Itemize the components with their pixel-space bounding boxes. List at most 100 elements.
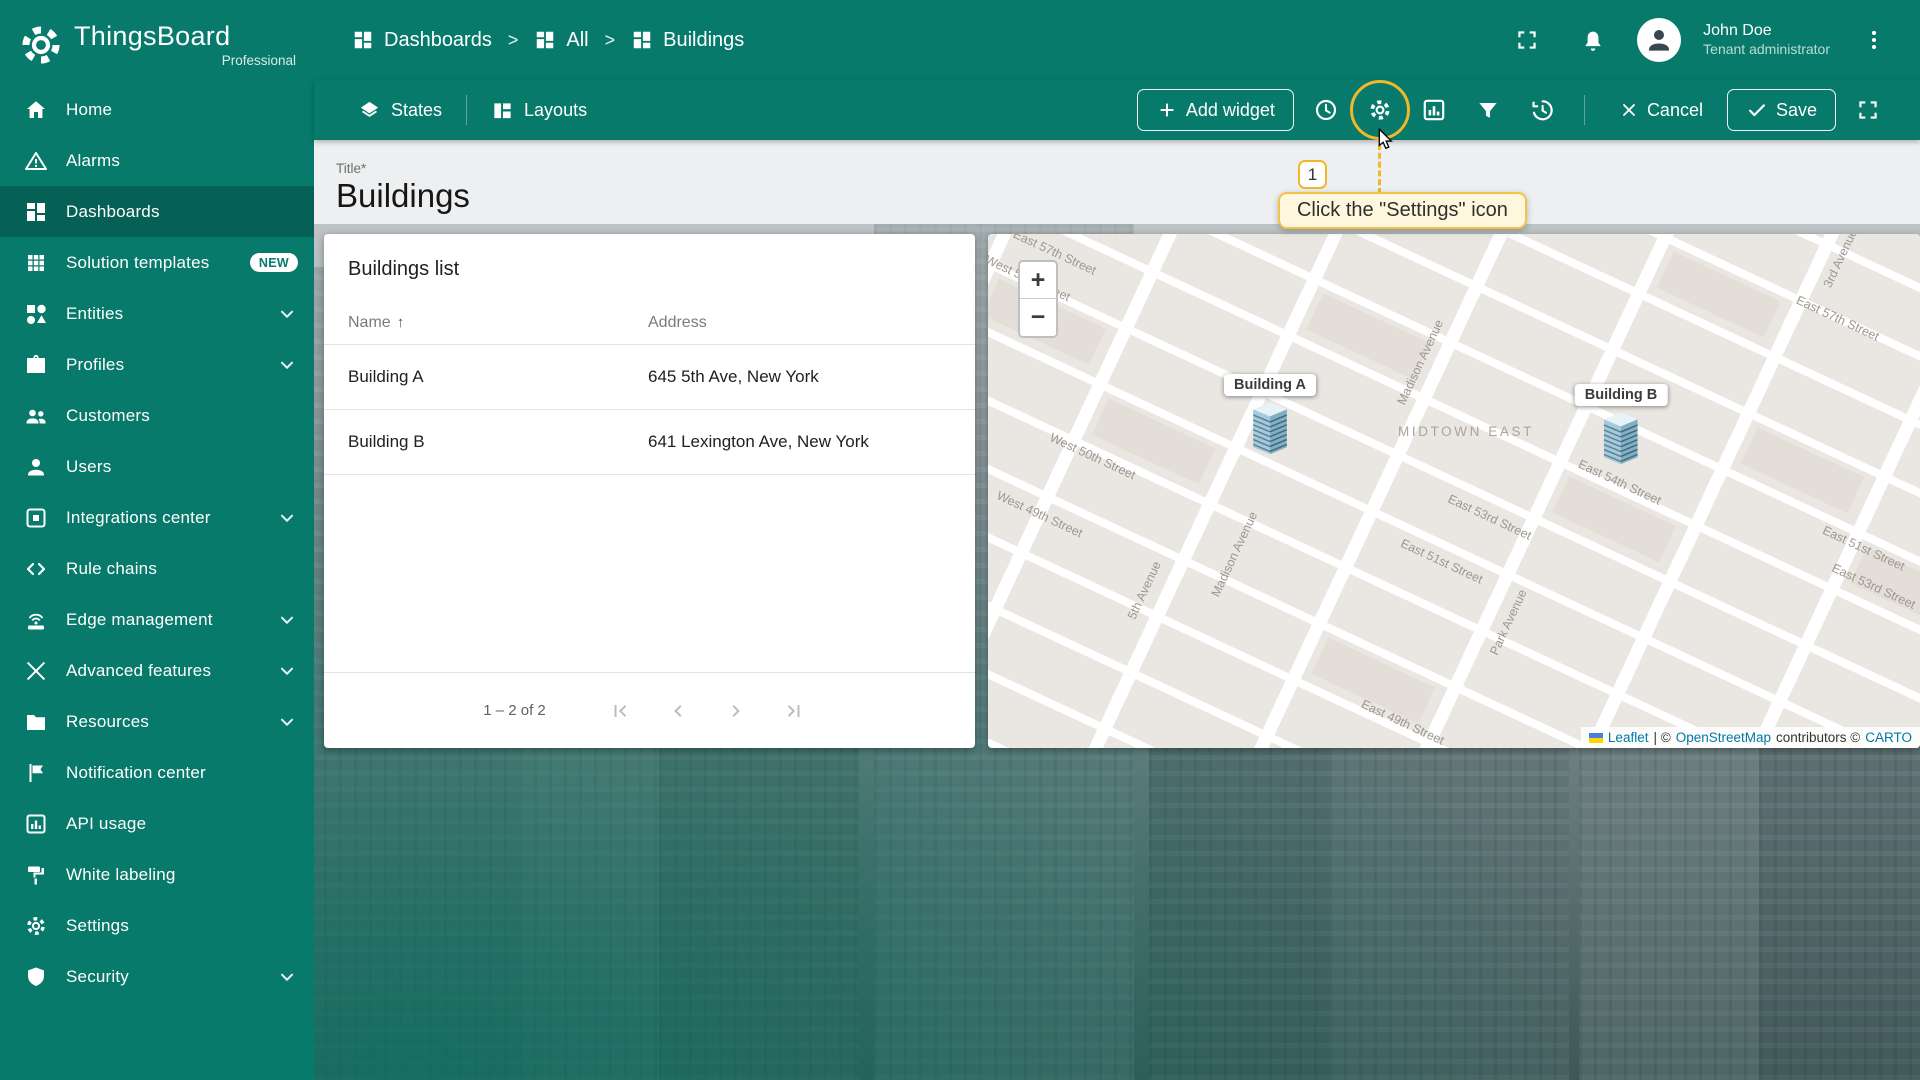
person-icon bbox=[24, 455, 48, 479]
table-row[interactable]: Building A 645 5th Ave, New York bbox=[324, 345, 975, 410]
sort-asc-icon: ↑ bbox=[396, 314, 405, 331]
sidebar-item-label: Rule chains bbox=[66, 558, 158, 578]
breadcrumb-label: Dashboards bbox=[384, 28, 492, 51]
layers-icon bbox=[358, 99, 381, 122]
notifications-button[interactable] bbox=[1571, 18, 1615, 62]
clock-icon bbox=[1313, 97, 1339, 123]
brand-name: ThingsBoard bbox=[74, 21, 231, 52]
filters-button[interactable] bbox=[1466, 88, 1510, 132]
layouts-button[interactable]: Layouts bbox=[477, 91, 601, 130]
first-page-button[interactable] bbox=[598, 689, 642, 733]
carto-link[interactable]: CARTO bbox=[1865, 730, 1912, 745]
sidebar-item-label: Customers bbox=[66, 405, 150, 425]
cancel-label: Cancel bbox=[1646, 99, 1703, 120]
building-icon bbox=[1250, 401, 1290, 457]
leaflet-link[interactable]: Leaflet bbox=[1608, 730, 1649, 745]
next-page-button[interactable] bbox=[714, 689, 758, 733]
breadcrumb-buildings[interactable]: Buildings bbox=[631, 29, 744, 52]
sidebar-item-solution-templates[interactable]: Solution templates NEW bbox=[0, 237, 314, 288]
table-header: Name ↑ Address bbox=[324, 301, 975, 345]
people-icon bbox=[24, 404, 48, 428]
sidebar-item-alarms[interactable]: Alarms bbox=[0, 135, 314, 186]
buildings-map-widget: East 57th Street West 51st Street West 5… bbox=[988, 234, 1920, 748]
last-page-button[interactable] bbox=[772, 689, 816, 733]
sidebar-item-edge-management[interactable]: Edge management bbox=[0, 594, 314, 645]
map-attribution: Leaflet | © OpenStreetMap contributors ©… bbox=[1580, 727, 1920, 748]
filter-icon bbox=[1475, 97, 1501, 123]
version-history-button[interactable] bbox=[1520, 88, 1564, 132]
sidebar-item-label: Security bbox=[66, 966, 130, 986]
sidebar-item-customers[interactable]: Customers bbox=[0, 390, 314, 441]
chevron-down-icon bbox=[276, 303, 298, 325]
cell-address: 645 5th Ave, New York bbox=[648, 367, 819, 386]
briefcase-icon bbox=[24, 353, 48, 377]
sidebar-item-api-usage[interactable]: API usage bbox=[0, 798, 314, 849]
sidebar-item-profiles[interactable]: Profiles bbox=[0, 339, 314, 390]
sidebar-item-security[interactable]: Security bbox=[0, 951, 314, 1002]
states-button[interactable]: States bbox=[344, 91, 456, 130]
dashboards-icon bbox=[631, 29, 653, 51]
sidebar-item-advanced-features[interactable]: Advanced features bbox=[0, 645, 314, 696]
fullscreen-button[interactable] bbox=[1505, 18, 1549, 62]
sidebar-item-dashboards[interactable]: Dashboards bbox=[0, 186, 314, 237]
router-icon bbox=[24, 608, 48, 632]
column-label: Name bbox=[348, 313, 391, 331]
zoom-out-button[interactable]: − bbox=[1020, 299, 1056, 336]
sidebar-item-resources[interactable]: Resources bbox=[0, 696, 314, 747]
table-row[interactable]: Building B 641 Lexington Ave, New York bbox=[324, 410, 975, 475]
map-area-label: MIDTOWN EAST bbox=[1398, 424, 1534, 439]
map-marker-building-b[interactable]: Building B bbox=[1574, 384, 1668, 467]
marker-label: Building B bbox=[1574, 384, 1668, 406]
breadcrumb-label: All bbox=[566, 28, 589, 51]
sidebar-item-users[interactable]: Users bbox=[0, 441, 314, 492]
sidebar-item-notification-center[interactable]: Notification center bbox=[0, 747, 314, 798]
openstreetmap-link[interactable]: OpenStreetMap bbox=[1676, 730, 1771, 745]
sidebar-item-integrations-center[interactable]: Integrations center bbox=[0, 492, 314, 543]
bar-chart-icon bbox=[1421, 97, 1447, 123]
brand-logo[interactable]: ThingsBoard Professional bbox=[0, 0, 314, 84]
more-menu-button[interactable] bbox=[1852, 18, 1896, 62]
attribution-text: contributors © bbox=[1776, 730, 1861, 745]
chevron-down-icon bbox=[276, 609, 298, 631]
save-button[interactable]: Save bbox=[1726, 89, 1836, 131]
entity-aliases-button[interactable] bbox=[1412, 88, 1456, 132]
avatar[interactable] bbox=[1637, 18, 1682, 62]
sidebar-item-label: Integrations center bbox=[66, 507, 211, 527]
breadcrumb: Dashboards > All > Buildings bbox=[352, 29, 744, 52]
dashboard-title-band: Title* Buildings bbox=[314, 140, 1920, 224]
person-icon bbox=[1644, 25, 1674, 55]
page-title[interactable]: Buildings bbox=[336, 178, 1920, 214]
breadcrumb-label: Buildings bbox=[663, 28, 745, 51]
sidebar-item-label: Home bbox=[66, 99, 113, 119]
user-menu[interactable]: John Doe Tenant administrator bbox=[1703, 21, 1830, 59]
column-header-address[interactable]: Address bbox=[648, 314, 707, 332]
column-header-name[interactable]: Name ↑ bbox=[348, 314, 648, 332]
sidebar-item-home[interactable]: Home bbox=[0, 84, 314, 135]
alarm-icon bbox=[24, 149, 48, 173]
sidebar-item-white-labeling[interactable]: White labeling bbox=[0, 849, 314, 900]
map-marker-building-a[interactable]: Building A bbox=[1224, 374, 1316, 457]
zoom-in-button[interactable]: + bbox=[1020, 262, 1056, 299]
breadcrumb-dashboards[interactable]: Dashboards bbox=[352, 29, 492, 52]
user-name: John Doe bbox=[1703, 22, 1772, 40]
states-label: States bbox=[391, 99, 443, 120]
map-canvas[interactable]: East 57th Street West 51st Street West 5… bbox=[988, 234, 1920, 748]
sidebar-item-label: Settings bbox=[66, 915, 130, 935]
expand-dashboard-button[interactable] bbox=[1846, 88, 1890, 132]
brand-edition: Professional bbox=[221, 52, 296, 68]
cancel-button[interactable]: Cancel bbox=[1605, 89, 1717, 131]
sidebar-item-settings[interactable]: Settings bbox=[0, 900, 314, 951]
previous-page-button[interactable] bbox=[656, 689, 700, 733]
breadcrumb-all[interactable]: All bbox=[534, 28, 589, 52]
new-badge: NEW bbox=[249, 253, 298, 272]
dashboard-settings-button[interactable]: 1 Click the "Settings" icon bbox=[1277, 80, 1527, 229]
breadcrumb-separator: > bbox=[604, 29, 616, 50]
layout-icon bbox=[491, 99, 514, 122]
time-window-button[interactable] bbox=[1304, 88, 1348, 132]
sidebar-item-entities[interactable]: Entities bbox=[0, 288, 314, 339]
check-icon bbox=[1746, 99, 1768, 121]
buildings-list-widget: Buildings list Name ↑ Address Building A … bbox=[324, 234, 975, 748]
toolbar-divider bbox=[1583, 95, 1585, 125]
add-widget-button[interactable]: Add widget bbox=[1136, 89, 1294, 131]
sidebar-item-rule-chains[interactable]: Rule chains bbox=[0, 543, 314, 594]
